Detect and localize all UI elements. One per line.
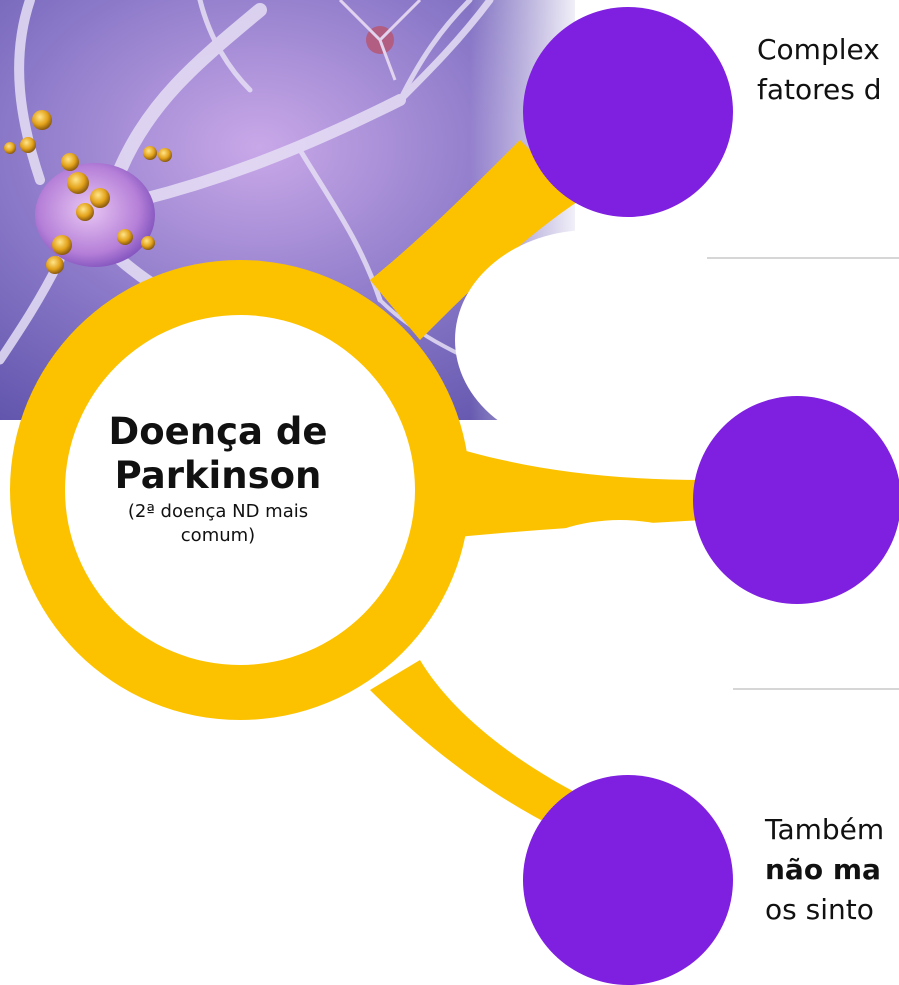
node-top (523, 7, 733, 217)
node-middle (693, 396, 899, 604)
branch-bottom-line3: os sinto (765, 893, 874, 926)
center-subtitle-line1: (2ª doença ND mais (127, 501, 309, 522)
center-title: Doença de Parkinson (68, 410, 368, 498)
center-subtitle: (2ª doença ND mais comum) (68, 500, 368, 548)
center-title-line1: Doença de (108, 410, 328, 453)
node-bottom (523, 775, 733, 985)
cell-nucleus (35, 163, 155, 267)
branch-top-line1: Complex (757, 33, 880, 66)
center-subtitle-line2: comum) (180, 525, 256, 546)
cutout-upper (455, 230, 725, 450)
branch-bottom-line1: Também (765, 813, 885, 846)
branch-bottom-line2: não ma (765, 853, 881, 886)
center-title-line2: Parkinson (114, 454, 322, 497)
branch-top-line2: fatores d (757, 73, 882, 106)
branch-middle (430, 440, 705, 540)
